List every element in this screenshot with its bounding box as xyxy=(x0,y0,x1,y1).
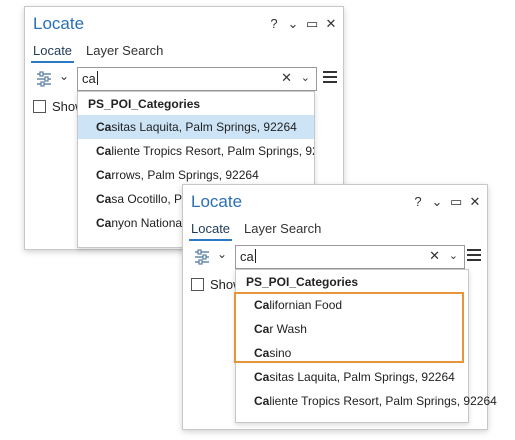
pane-title: Locate xyxy=(191,192,243,211)
search-input-value: ca xyxy=(240,249,254,264)
close-icon[interactable]: ✕ xyxy=(469,195,481,209)
suggestion-list: PS_POI_Categories Californian Food Car W… xyxy=(234,269,497,423)
tab-locate[interactable]: Locate xyxy=(31,43,75,63)
pane-titlebar: Locate ? ⌄ ▭ ✕ xyxy=(183,185,487,221)
close-icon[interactable]: ✕ xyxy=(325,17,337,31)
locate-pane-front: Locate ? ⌄ ▭ ✕ Locate Layer Search ⌄ ca … xyxy=(182,184,497,430)
search-input-value: ca xyxy=(82,71,96,86)
suggestion-group-header: PS_POI_Categories xyxy=(88,97,201,111)
locator-settings-icon[interactable] xyxy=(35,70,53,88)
chevron-down-icon[interactable]: ⌄ xyxy=(217,247,227,261)
clear-icon[interactable]: ✕ xyxy=(429,248,440,264)
suggestion-item[interactable]: Caliente Tropics Resort, Palm Springs, 9… xyxy=(78,139,314,163)
suggestion-item[interactable]: Casitas Laquita, Palm Springs, 92264 xyxy=(78,115,314,139)
show-checkbox[interactable] xyxy=(33,100,46,113)
help-icon[interactable]: ? xyxy=(412,195,424,209)
tab-locate[interactable]: Locate xyxy=(189,221,233,241)
show-checkbox[interactable] xyxy=(191,278,204,291)
menu-icon[interactable] xyxy=(467,249,481,264)
restore-icon[interactable]: ▭ xyxy=(450,195,462,209)
window-controls: ? ⌄ ▭ ✕ xyxy=(412,195,481,209)
window-controls: ? ⌄ ▭ ✕ xyxy=(268,17,337,31)
pane-title: Locate xyxy=(33,14,85,33)
pane-tabs: Locate Layer Search xyxy=(31,43,165,63)
clear-icon[interactable]: ✕ xyxy=(281,70,292,86)
options-dropdown-icon[interactable]: ⌄ xyxy=(431,195,443,209)
search-input[interactable]: ca ✕ ⌄ xyxy=(235,245,465,269)
menu-icon[interactable] xyxy=(323,71,337,86)
chevron-down-icon[interactable]: ⌄ xyxy=(59,69,69,83)
restore-icon[interactable]: ▭ xyxy=(306,17,318,31)
search-toolbar: ⌄ ca ✕ ⌄ xyxy=(189,245,481,269)
chevron-down-icon[interactable]: ⌄ xyxy=(449,249,458,262)
options-dropdown-icon[interactable]: ⌄ xyxy=(287,17,299,31)
suggestion-item[interactable]: Caliente Tropics Resort, Palm Springs, 9… xyxy=(236,389,497,413)
pane-titlebar: Locate ? ⌄ ▭ ✕ xyxy=(25,7,343,43)
suggestion-group-header: PS_POI_Categories xyxy=(246,275,359,289)
tab-layer-search[interactable]: Layer Search xyxy=(242,221,323,241)
search-input[interactable]: ca ✕ ⌄ xyxy=(77,67,317,91)
tab-layer-search[interactable]: Layer Search xyxy=(84,43,165,63)
pane-tabs: Locate Layer Search xyxy=(189,221,323,241)
highlight-box xyxy=(234,292,464,363)
chevron-down-icon[interactable]: ⌄ xyxy=(301,71,310,84)
locator-settings-icon[interactable] xyxy=(193,248,211,266)
suggestion-item[interactable]: Casitas Laquita, Palm Springs, 92264 xyxy=(236,365,468,389)
search-toolbar: ⌄ ca ✕ ⌄ xyxy=(31,67,337,91)
help-icon[interactable]: ? xyxy=(268,17,280,31)
